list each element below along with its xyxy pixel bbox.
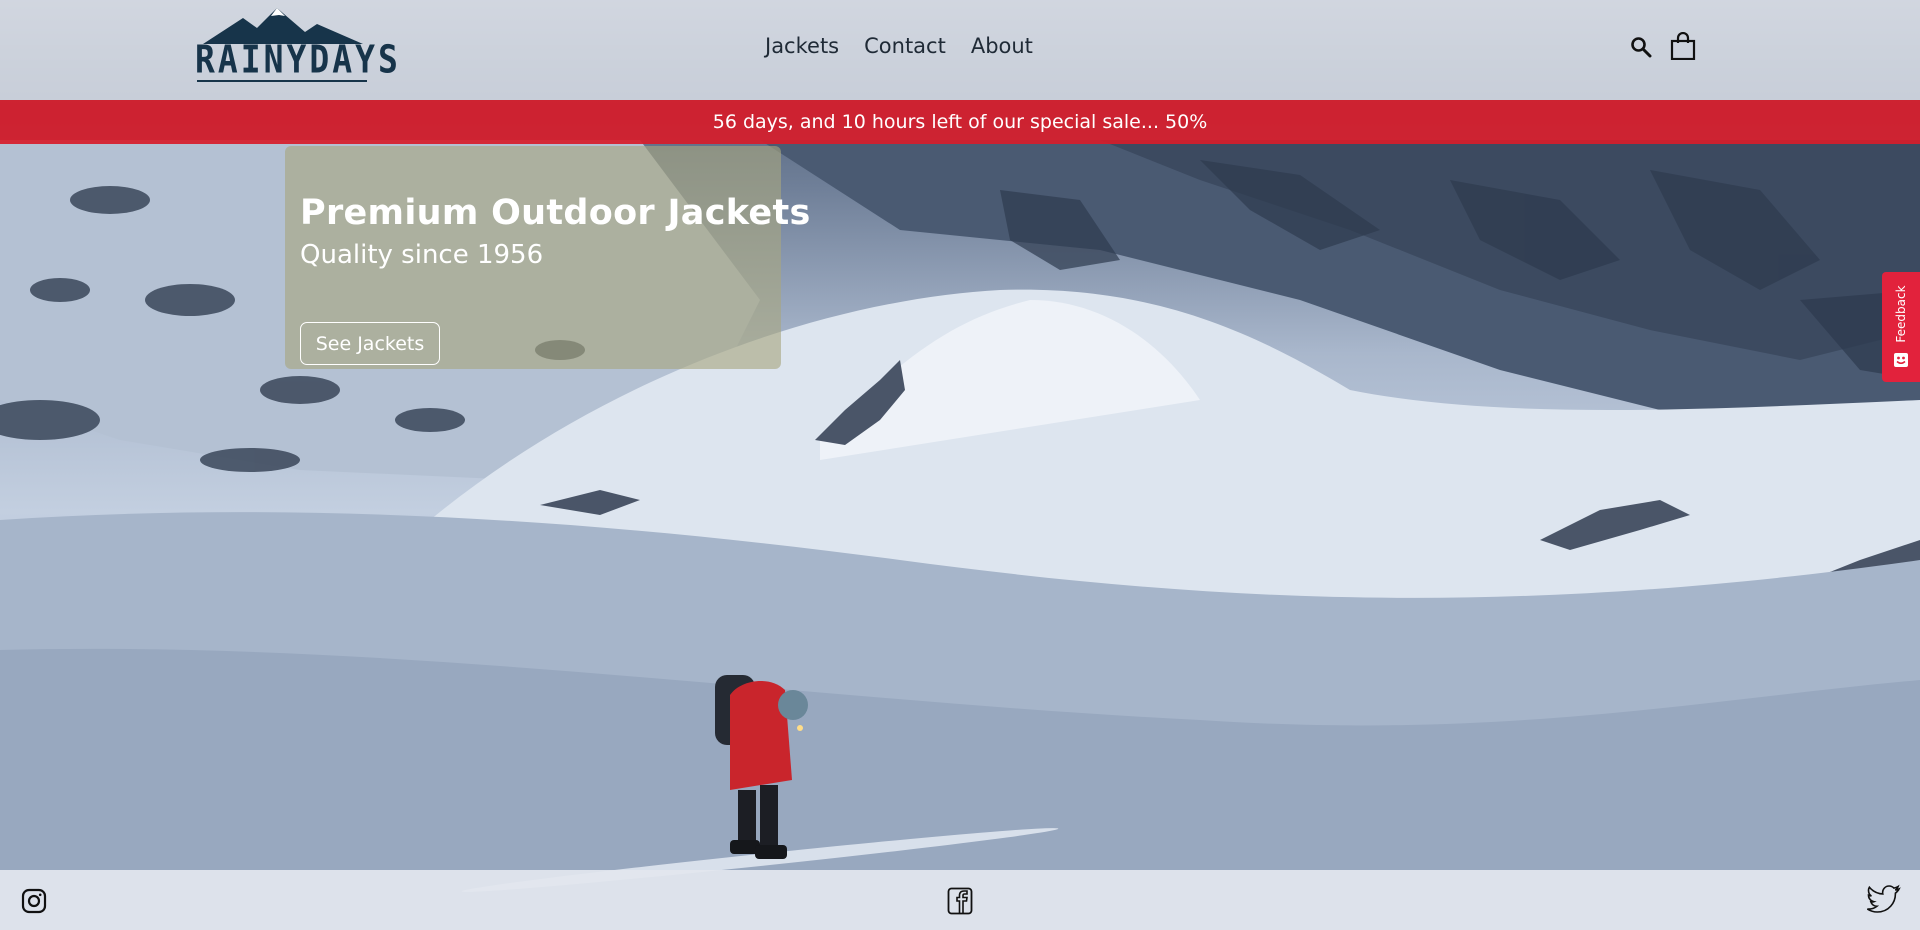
facebook-icon[interactable] bbox=[947, 887, 973, 919]
logo-text: RAINYDAYS bbox=[195, 37, 401, 82]
feedback-label: Feedback bbox=[1894, 285, 1908, 343]
see-jackets-button[interactable]: See Jackets bbox=[300, 322, 440, 365]
site-footer bbox=[0, 870, 1920, 930]
nav-link-about[interactable]: About bbox=[971, 34, 1033, 58]
sale-countdown-banner: 56 days, and 10 hours left of our specia… bbox=[0, 100, 1920, 144]
shopping-bag-icon[interactable] bbox=[1670, 31, 1696, 64]
logo-underline bbox=[197, 80, 367, 82]
feedback-icon bbox=[1893, 352, 1909, 372]
hero-card: Premium Outdoor Jackets Quality since 19… bbox=[285, 146, 811, 369]
main-nav: Jackets Contact About bbox=[765, 34, 1033, 58]
instagram-icon[interactable] bbox=[21, 888, 47, 918]
search-icon[interactable] bbox=[1630, 36, 1652, 62]
hero-title: Premium Outdoor Jackets bbox=[300, 193, 811, 233]
site-header: RAINYDAYS Jackets Contact About bbox=[0, 0, 1920, 100]
twitter-icon[interactable] bbox=[1866, 884, 1901, 920]
nav-link-contact[interactable]: Contact bbox=[864, 34, 946, 58]
rainydays-logo[interactable]: RAINYDAYS bbox=[195, 6, 401, 84]
hero-subtitle: Quality since 1956 bbox=[300, 240, 544, 270]
feedback-tab[interactable]: Feedback bbox=[1882, 272, 1920, 382]
nav-link-jackets[interactable]: Jackets bbox=[765, 34, 839, 58]
sale-banner-text: 56 days, and 10 hours left of our specia… bbox=[712, 111, 1208, 133]
